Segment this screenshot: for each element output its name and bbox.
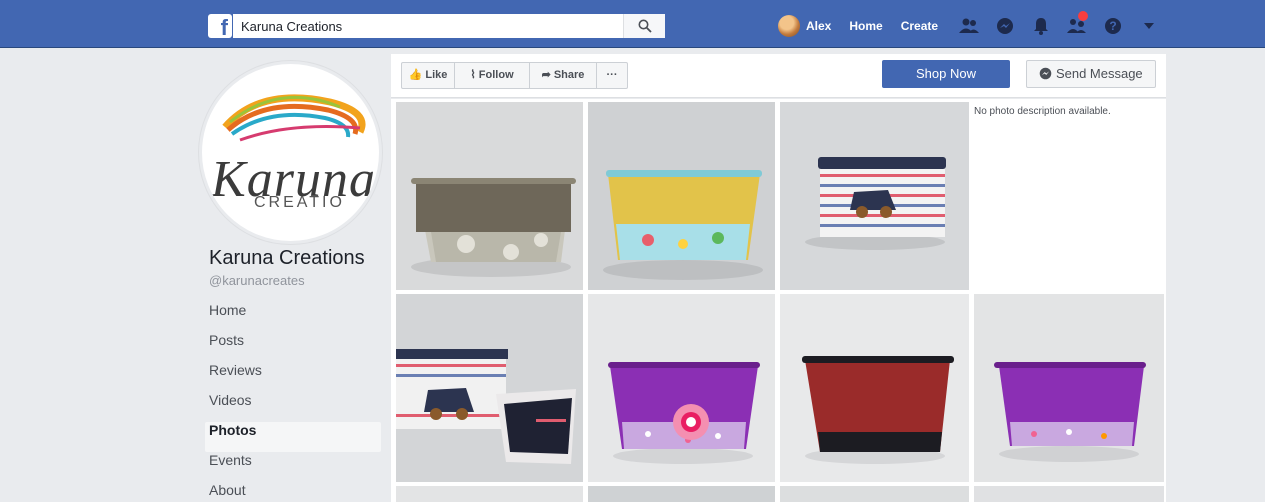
- sidebar-item-home[interactable]: Home: [205, 302, 381, 332]
- page-sidebar-nav: Home Posts Reviews Videos Photos Events …: [205, 302, 381, 502]
- nav-right: Alex Home Create ?: [778, 11, 1160, 38]
- sidebar-item-events[interactable]: Events: [205, 452, 381, 482]
- page-action-bar: 👍 Like ⌇ Follow ➦ Share ··· Shop Now Sen…: [391, 54, 1166, 98]
- messenger-icon[interactable]: [994, 15, 1016, 37]
- pouch-yellow-image: [588, 102, 775, 290]
- photo-tile[interactable]: [588, 486, 775, 502]
- chevron-down-icon[interactable]: [1138, 15, 1160, 37]
- search-icon: [638, 19, 652, 33]
- follow-label: Follow: [478, 69, 514, 81]
- photo-tile[interactable]: [396, 486, 583, 502]
- friend-requests-icon[interactable]: [1066, 11, 1089, 37]
- create-link[interactable]: Create: [901, 19, 938, 33]
- sidebar-item-about[interactable]: About: [205, 482, 381, 502]
- search-box: [233, 14, 665, 38]
- sidebar-item-posts[interactable]: Posts: [205, 332, 381, 362]
- sidebar-item-photos[interactable]: Photos: [205, 422, 381, 452]
- bell-icon[interactable]: [1030, 15, 1052, 37]
- messenger-icon: [1040, 67, 1052, 80]
- svg-text:?: ?: [1109, 19, 1116, 33]
- pouch-purple-daisy-image: [588, 294, 775, 482]
- photo-description-text: No photo description available.: [974, 106, 1111, 117]
- friends-icon[interactable]: [958, 15, 980, 37]
- page-handle[interactable]: @karunacreates: [209, 273, 305, 288]
- sidebar-item-reviews[interactable]: Reviews: [205, 362, 381, 392]
- help-icon[interactable]: ?: [1102, 15, 1124, 37]
- page-profile-picture[interactable]: Karuna CREATIO: [199, 61, 382, 244]
- follow-button[interactable]: ⌇ Follow: [454, 62, 530, 89]
- pouch-red-image: [780, 294, 969, 482]
- more-options-button[interactable]: ···: [596, 62, 628, 89]
- photo-tile[interactable]: [588, 294, 775, 482]
- pouch-purple-image: [974, 294, 1164, 482]
- pouch-camo-image: [396, 102, 583, 290]
- send-message-button[interactable]: Send Message: [1026, 60, 1156, 88]
- rss-icon: ⌇: [470, 69, 476, 81]
- logo-subtitle: CREATIO: [254, 194, 345, 211]
- photo-tile[interactable]: [588, 102, 775, 290]
- user-name-link[interactable]: Alex: [806, 19, 831, 33]
- photo-tile[interactable]: [780, 294, 969, 482]
- photo-tile[interactable]: [974, 486, 1164, 502]
- user-avatar[interactable]: [778, 15, 800, 37]
- like-button[interactable]: 👍 Like: [401, 62, 455, 89]
- photo-tile[interactable]: [974, 294, 1164, 482]
- home-link[interactable]: Home: [849, 19, 882, 33]
- photo-tile[interactable]: [780, 102, 969, 290]
- share-label: Share: [553, 69, 585, 81]
- pouch-pair-image: [396, 294, 583, 482]
- photo-tile[interactable]: [780, 486, 969, 502]
- notification-badge: [1078, 11, 1089, 21]
- pouch-car-stripes-image: [780, 102, 969, 290]
- search-input[interactable]: [233, 14, 623, 38]
- page-title[interactable]: Karuna Creations: [209, 247, 365, 270]
- share-button[interactable]: ➦ Share: [529, 62, 597, 89]
- thumbs-up-icon: 👍: [408, 69, 423, 81]
- like-label: Like: [425, 69, 448, 81]
- top-navigation-bar: f Alex Home Create ?: [0, 0, 1265, 48]
- facebook-logo-icon[interactable]: f: [208, 14, 232, 38]
- shop-now-button[interactable]: Shop Now: [882, 60, 1010, 88]
- photo-tile[interactable]: [396, 294, 583, 482]
- photo-tile[interactable]: [396, 102, 583, 290]
- sidebar-item-videos[interactable]: Videos: [205, 392, 381, 422]
- search-button[interactable]: [623, 14, 665, 38]
- send-message-label: Send Message: [1055, 66, 1143, 81]
- share-arrow-icon: ➦: [541, 69, 551, 81]
